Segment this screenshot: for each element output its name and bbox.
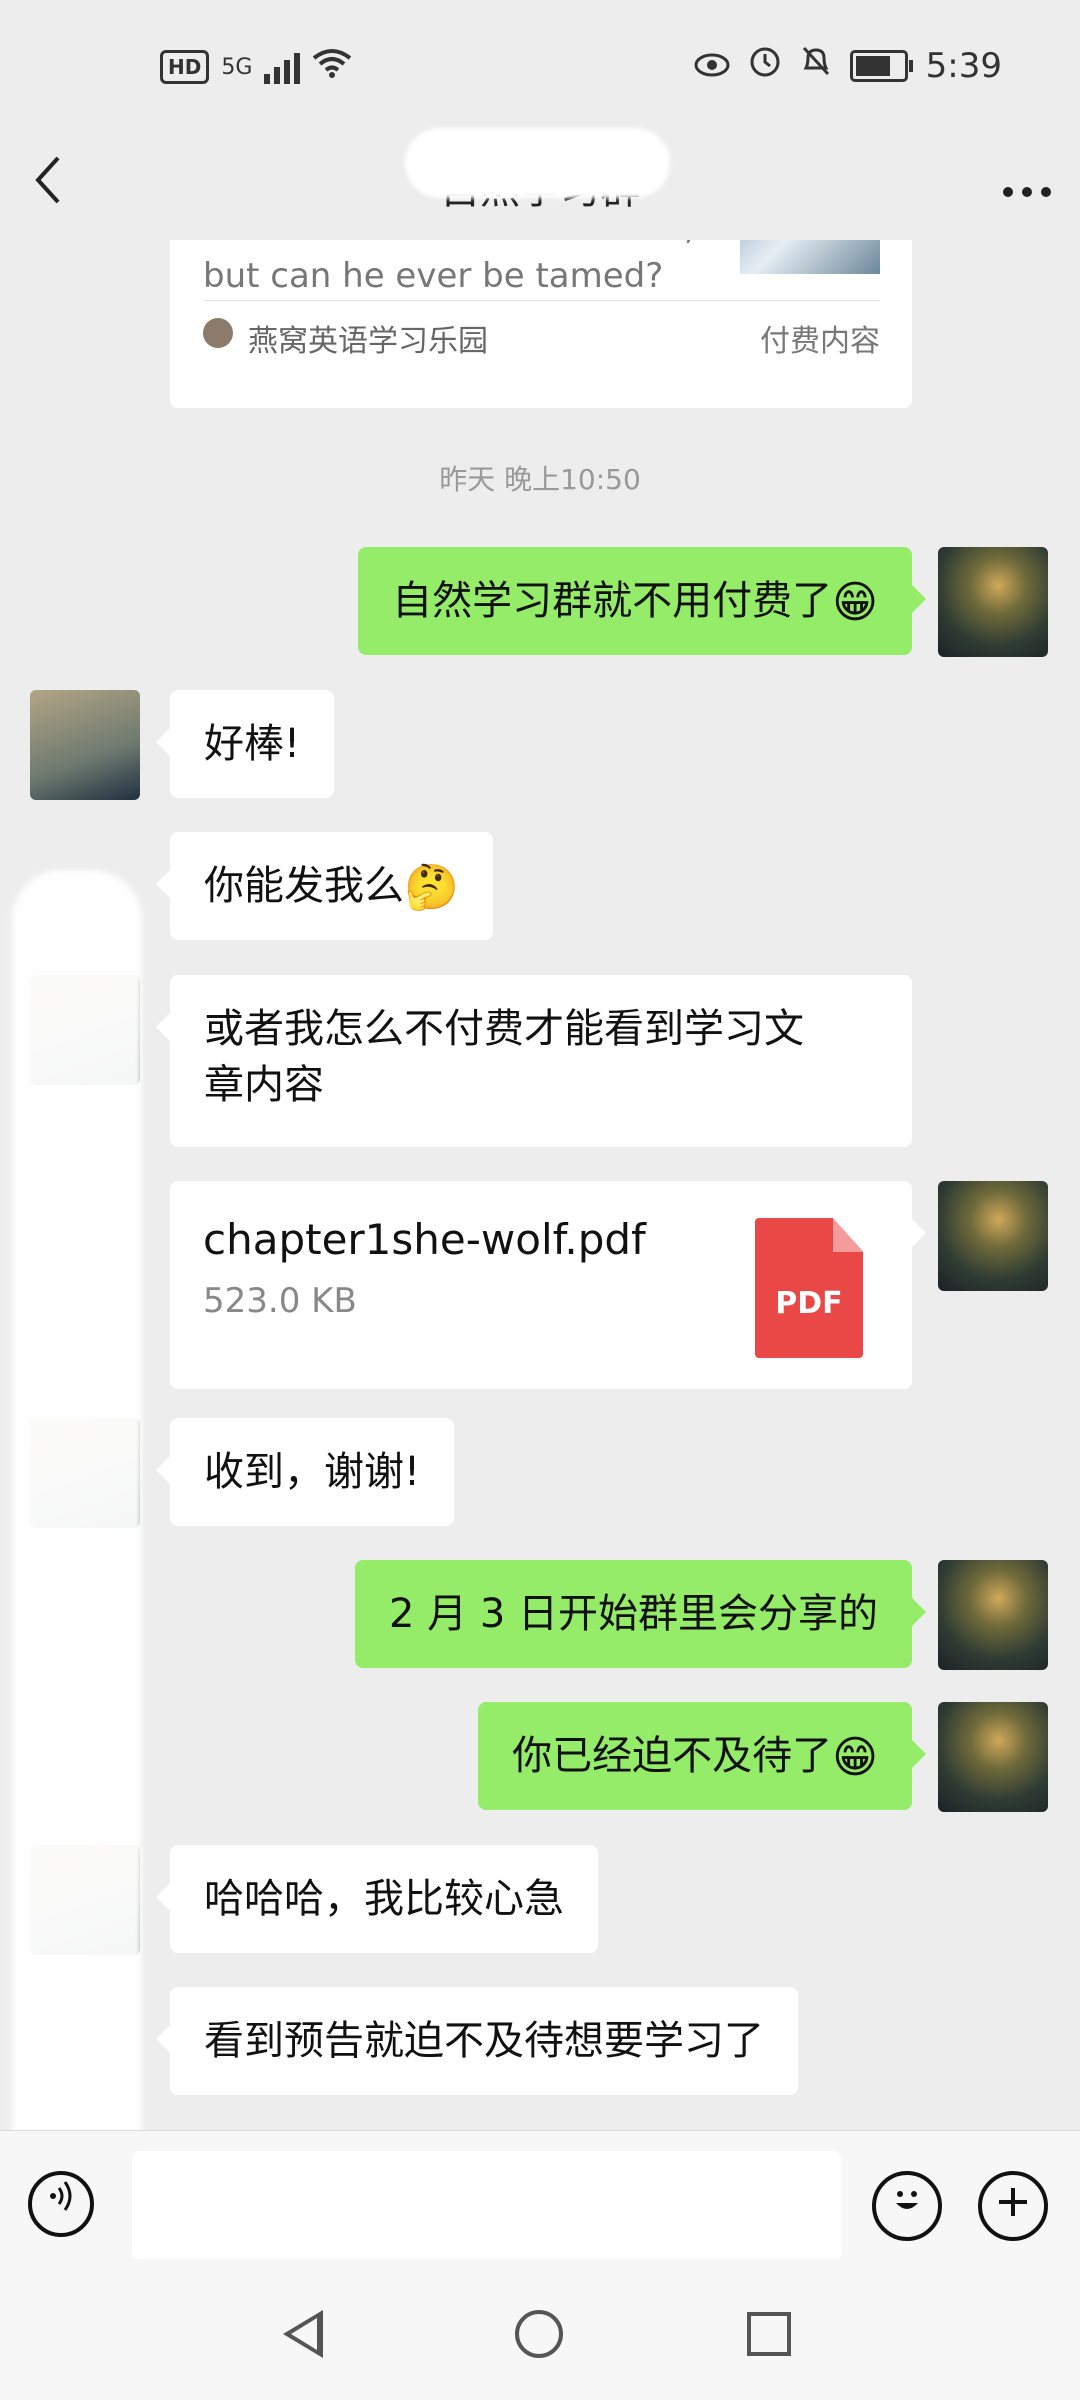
message-bubble-sent[interactable]: 自然学习群就不用付费了😁: [358, 547, 926, 655]
card-divider: [203, 300, 880, 301]
message-input[interactable]: [132, 2151, 842, 2259]
message-text: 哈哈哈，我比较心急: [204, 1876, 564, 1922]
timestamp: 昨天 晚上10:50: [439, 463, 641, 496]
grin-emoji-icon: 😁: [832, 577, 878, 628]
article-thumbnail: [740, 240, 880, 274]
plus-icon[interactable]: [978, 2171, 1048, 2241]
input-bar: [0, 2130, 1080, 2271]
nav-back-icon[interactable]: [283, 2310, 323, 2358]
article-desc-line2: but can he ever be tamed?: [203, 256, 664, 296]
message-text: 自然学习群就不用付费了: [392, 578, 833, 624]
message-bubble-received[interactable]: 看到预告就迫不及待想要学习了: [156, 1987, 798, 2095]
message-list[interactable]: wilderness of North America, but can he …: [0, 240, 1080, 2130]
message-text: 好棒!: [204, 721, 301, 767]
avatar[interactable]: [938, 1702, 1048, 1812]
message-text: 看到预告就迫不及待想要学习了: [204, 2018, 764, 2064]
message-text: 你能发我么: [204, 863, 404, 909]
pdf-label: PDF: [775, 1286, 843, 1321]
status-right: 5:39: [694, 44, 1002, 87]
network-type: 5G: [221, 54, 253, 80]
mute-bell-icon: [800, 44, 832, 87]
avatar[interactable]: [30, 690, 140, 800]
nav-recents-icon[interactable]: [747, 2312, 791, 2356]
message-bubble-received[interactable]: 或者我怎么不付费才能看到学习文 章内容: [156, 975, 912, 1147]
avatar[interactable]: [938, 1181, 1048, 1291]
wifi-icon: [312, 48, 352, 86]
file-size: 523.0 KB: [203, 1281, 357, 1321]
message-text-line1: 或者我怎么不付费才能看到学习文: [204, 1006, 804, 1052]
signal-icon: [264, 50, 301, 84]
paid-content-tag: 付费内容: [760, 324, 880, 359]
message-bubble-received[interactable]: 你能发我么🤔: [156, 832, 493, 940]
hd-icon: HD: [160, 50, 210, 84]
message-text: 2 月 3 日开始群里会分享的: [388, 1591, 878, 1637]
status-bar: HD 5G 5:39: [0, 0, 1080, 135]
nav-home-icon[interactable]: [515, 2310, 563, 2358]
message-text: 你已经迫不及待了: [512, 1733, 833, 1779]
avatar[interactable]: [938, 1560, 1048, 1670]
alarm-icon: [748, 44, 782, 87]
name-redaction: [12, 870, 142, 2130]
message-bubble-received[interactable]: 好棒!: [155, 690, 335, 798]
grin-emoji-icon: 😁: [832, 1732, 878, 1783]
file-name: chapter1she-wolf.pdf: [203, 1215, 646, 1264]
message-text: 收到，谢谢!: [204, 1449, 421, 1495]
eye-icon: [694, 46, 730, 86]
message-bubble-received[interactable]: 哈哈哈，我比较心急: [156, 1845, 598, 1953]
voice-icon[interactable]: [28, 2171, 94, 2237]
article-desc-line1: wilderness of North America,: [203, 240, 723, 252]
message-bubble-received[interactable]: 收到，谢谢!: [155, 1418, 455, 1526]
shared-article-card[interactable]: wilderness of North America, but can he …: [170, 240, 912, 408]
title-redaction: [405, 128, 670, 198]
thinking-emoji-icon: 🤔: [404, 862, 459, 913]
battery-level: [855, 55, 890, 76]
article-description: wilderness of North America, but can he …: [203, 240, 723, 300]
battery-icon: [849, 49, 913, 82]
system-navigation: [0, 2270, 1080, 2400]
message-bubble-sent[interactable]: 你已经迫不及待了😁: [478, 1702, 926, 1810]
avatar[interactable]: [938, 547, 1048, 657]
message-bubble-sent[interactable]: 2 月 3 日开始群里会分享的: [354, 1560, 927, 1668]
more-icon[interactable]: [1002, 155, 1052, 209]
status-left: HD 5G: [160, 48, 352, 86]
clock-time: 5:39: [925, 45, 1002, 86]
article-source: 燕窝英语学习乐园: [248, 324, 488, 359]
emoji-icon[interactable]: [872, 2171, 942, 2241]
message-text-line2: 章内容: [204, 1062, 324, 1108]
source-avatar-icon: [203, 318, 233, 348]
